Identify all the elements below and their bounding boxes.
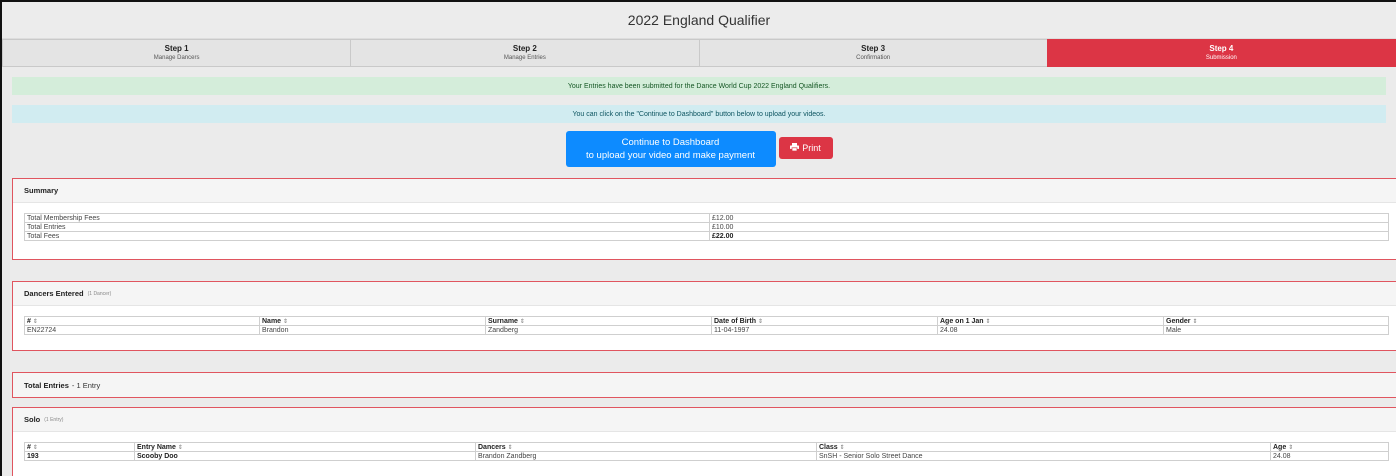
dancer-id: EN22724 [24, 325, 260, 335]
step-1[interactable]: Step 1 Manage Dancers [2, 39, 351, 67]
step-3[interactable]: Step 3 Confirmation [698, 39, 1047, 67]
summary-value: £10.00 [709, 222, 1389, 232]
column-header[interactable]: Class ⇕ [816, 442, 1271, 452]
table-row: 193 Scooby Doo Brandon Zandberg SnSH - S… [24, 451, 1389, 461]
summary-value: £22.00 [709, 231, 1389, 241]
total-entries-panel: Total Entries - 1 Entry [12, 372, 1396, 398]
summary-label: Total Entries [24, 222, 710, 232]
success-alert: Your Entries have been submitted for the… [12, 77, 1386, 95]
column-header[interactable]: Surname ⇕ [485, 316, 712, 326]
sort-icon: ⇕ [757, 318, 763, 325]
sort-icon: ⇕ [1192, 318, 1198, 325]
column-header[interactable]: Date of Birth ⇕ [711, 316, 938, 326]
dancer-gender: Male [1163, 325, 1389, 335]
step-2[interactable]: Step 2 Manage Entries [350, 39, 699, 67]
summary-panel: Summary Total Membership Fees £12.00 Tot… [12, 178, 1396, 260]
continue-button-line1: Continue to Dashboard [621, 137, 720, 148]
step-subtitle: Submission [1205, 55, 1237, 61]
entry-name: Scooby Doo [134, 451, 476, 461]
dancer-name: Brandon [259, 325, 486, 335]
total-entries-title: Total Entries [24, 380, 69, 390]
table-row: Total Membership Fees £12.00 [24, 213, 1389, 223]
sort-icon: ⇕ [507, 444, 513, 451]
solo-panel: Solo (1 Entry) # ⇕ Entry Name ⇕ Dancers … [12, 407, 1396, 476]
continue-button-line2: to upload your video and make payment [586, 150, 755, 161]
print-label: Print [802, 143, 821, 153]
info-alert: You can click on the "Continue to Dashbo… [12, 105, 1386, 123]
sort-icon: ⇕ [283, 318, 289, 325]
entry-class: SnSH - Senior Solo Street Dance [816, 451, 1271, 461]
step-title: Step 1 [164, 44, 189, 53]
sort-icon: ⇕ [1288, 444, 1294, 451]
column-header[interactable]: Age on 1 Jan ⇕ [937, 316, 1164, 326]
print-icon [790, 143, 800, 153]
page-frame: 2022 England Qualifier Step 1 Manage Dan… [0, 0, 1396, 476]
sort-icon: ⇕ [32, 444, 38, 451]
summary-heading: Summary [13, 179, 1396, 203]
total-entries-heading: Total Entries - 1 Entry [13, 373, 1396, 397]
column-header[interactable]: # ⇕ [24, 316, 260, 326]
summary-label: Total Membership Fees [24, 213, 710, 223]
solo-table: # ⇕ Entry Name ⇕ Dancers ⇕ Class ⇕ Age ⇕… [24, 442, 1389, 461]
step-title: Step 2 [512, 44, 537, 53]
wizard-steps: Step 1 Manage Dancers Step 2 Manage Entr… [2, 39, 1396, 67]
column-header[interactable]: Dancers ⇕ [475, 442, 817, 452]
column-header[interactable]: Entry Name ⇕ [134, 442, 476, 452]
table-header-row: # ⇕ Entry Name ⇕ Dancers ⇕ Class ⇕ Age ⇕ [24, 442, 1389, 452]
solo-title: Solo [24, 415, 41, 424]
table-row: Total Entries £10.00 [24, 222, 1389, 232]
dancer-surname: Zandberg [485, 325, 712, 335]
sort-icon: ⇕ [177, 444, 183, 451]
dancers-title: Dancers Entered [24, 289, 84, 298]
sort-icon: ⇕ [839, 444, 845, 451]
dancer-dob: 11-04-1997 [711, 325, 938, 335]
page-title: 2022 England Qualifier [2, 2, 1396, 39]
summary-label: Total Fees [24, 231, 710, 241]
table-header-row: # ⇕ Name ⇕ Surname ⇕ Date of Birth ⇕ Age… [24, 316, 1389, 326]
table-row: EN22724 Brandon Zandberg 11-04-1997 24.0… [24, 325, 1389, 335]
column-header[interactable]: # ⇕ [24, 442, 135, 452]
sort-icon: ⇕ [32, 318, 38, 325]
sort-icon: ⇕ [985, 318, 991, 325]
column-header[interactable]: Gender ⇕ [1163, 316, 1389, 326]
step-subtitle: Manage Dancers [153, 55, 200, 61]
solo-count: (1 Entry) [44, 416, 64, 423]
summary-value: £12.00 [709, 213, 1389, 223]
total-entries-count: - 1 Entry [71, 380, 101, 390]
step-title: Step 3 [861, 44, 886, 53]
entry-number: 193 [24, 451, 135, 461]
dancer-age: 24.08 [937, 325, 1164, 335]
step-title: Step 4 [1209, 44, 1234, 53]
column-header[interactable]: Age ⇕ [1270, 442, 1389, 452]
dancers-heading: Dancers Entered (1 Dancer) [13, 282, 1396, 306]
step-subtitle: Manage Entries [503, 55, 546, 61]
sort-icon: ⇕ [519, 318, 525, 325]
table-row: Total Fees £22.00 [24, 231, 1389, 241]
entry-age: 24.08 [1270, 451, 1389, 461]
column-header[interactable]: Name ⇕ [259, 316, 486, 326]
action-buttons: Continue to Dashboard to upload your vid… [2, 131, 1396, 167]
dancers-panel: Dancers Entered (1 Dancer) # ⇕ Name ⇕ Su… [12, 281, 1396, 351]
step-subtitle: Confirmation [856, 55, 891, 61]
continue-to-dashboard-button[interactable]: Continue to Dashboard to upload your vid… [565, 131, 776, 167]
print-button[interactable]: Print [778, 137, 833, 159]
dancers-count: (1 Dancer) [87, 290, 112, 297]
solo-heading: Solo (1 Entry) [13, 408, 1396, 432]
entry-dancers: Brandon Zandberg [475, 451, 817, 461]
summary-table: Total Membership Fees £12.00 Total Entri… [24, 213, 1389, 241]
step-4[interactable]: Step 4 Submission [1046, 39, 1396, 67]
dancers-table: # ⇕ Name ⇕ Surname ⇕ Date of Birth ⇕ Age… [24, 316, 1389, 335]
